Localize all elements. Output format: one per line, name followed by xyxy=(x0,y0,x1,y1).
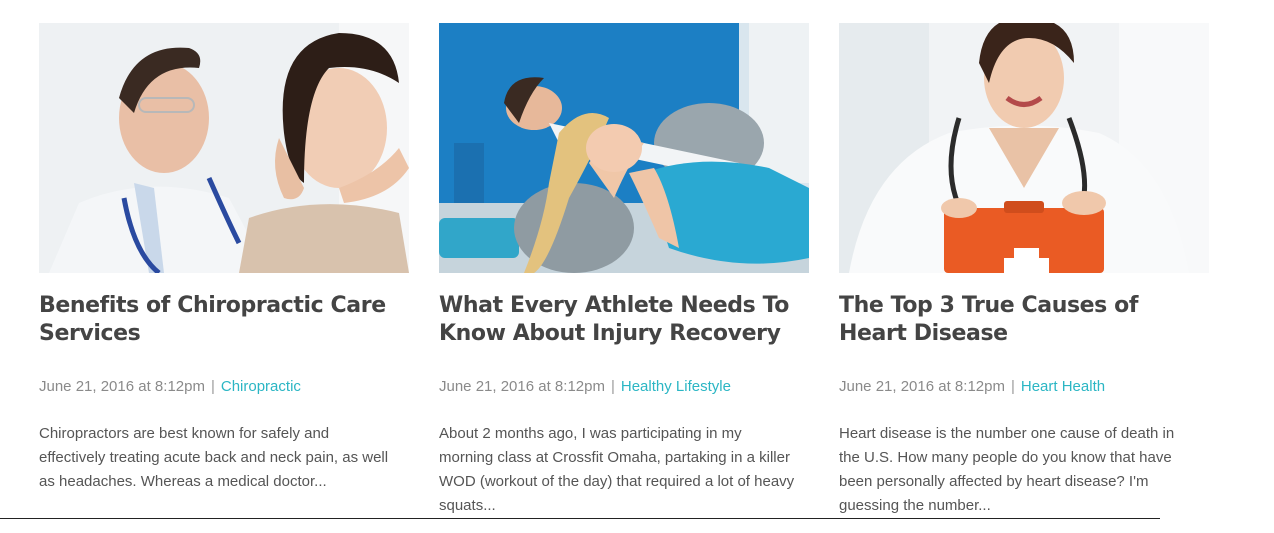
post-excerpt: About 2 months ago, I was participating … xyxy=(439,425,795,514)
post-excerpt: Chiropractors are best known for safely … xyxy=(39,425,389,490)
post-date: June 21, 2016 at 8:12pm xyxy=(839,378,1005,395)
section-divider xyxy=(0,518,1160,519)
post-category-link[interactable]: Healthy Lifestyle xyxy=(621,378,731,395)
post-category-link[interactable]: Heart Health xyxy=(1021,378,1105,395)
meta-separator: | xyxy=(1010,378,1015,395)
post-card-chiropractic: Benefits of Chiropractic Care Services J… xyxy=(39,23,409,533)
post-title[interactable]: What Every Athlete Needs To Know About I… xyxy=(439,292,809,348)
meta-separator: | xyxy=(610,378,615,395)
blog-post-grid: Benefits of Chiropractic Care Services J… xyxy=(39,23,1209,533)
post-title[interactable]: The Top 3 True Causes of Heart Disease xyxy=(839,292,1209,348)
post-thumbnail[interactable] xyxy=(439,23,809,273)
post-meta: June 21, 2016 at 8:12pm | Heart Health xyxy=(839,377,1209,397)
post-title[interactable]: Benefits of Chiropractic Care Services xyxy=(39,292,409,348)
post-date: June 21, 2016 at 8:12pm xyxy=(439,378,605,395)
post-date: June 21, 2016 at 8:12pm xyxy=(39,378,205,395)
meta-separator: | xyxy=(210,378,215,395)
post-excerpt: Heart disease is the number one cause of… xyxy=(839,425,1175,514)
post-category-link[interactable]: Chiropractic xyxy=(221,378,301,395)
chiropractor-photo xyxy=(39,23,409,273)
post-meta: June 21, 2016 at 8:12pm | Chiropractic xyxy=(39,377,409,397)
doctor-first-aid-photo xyxy=(839,23,1209,273)
post-thumbnail[interactable] xyxy=(39,23,409,273)
post-card-athlete: What Every Athlete Needs To Know About I… xyxy=(439,23,809,533)
post-thumbnail[interactable] xyxy=(839,23,1209,273)
athletes-exercise-photo xyxy=(439,23,809,273)
post-card-heart-disease: The Top 3 True Causes of Heart Disease J… xyxy=(839,23,1209,533)
post-meta: June 21, 2016 at 8:12pm | Healthy Lifestyl… xyxy=(439,377,809,397)
